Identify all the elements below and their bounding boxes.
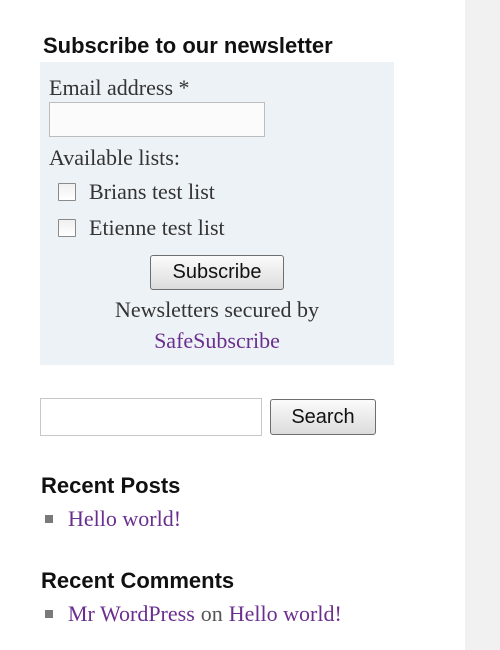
square-bullet-icon — [45, 515, 53, 523]
comment-author-link[interactable]: Mr WordPress — [68, 601, 195, 627]
subscribe-button[interactable]: Subscribe — [150, 255, 284, 290]
email-field[interactable] — [49, 102, 265, 137]
recent-posts-title: Recent Posts — [41, 473, 181, 498]
comment-post-link[interactable]: Hello world! — [229, 601, 342, 627]
comment-connector: on — [200, 601, 223, 626]
available-lists-label: Available lists: — [49, 145, 180, 170]
right-gutter — [465, 0, 500, 650]
recent-post-link[interactable]: Hello world! — [68, 506, 181, 532]
etienne-list-checkbox[interactable] — [58, 219, 76, 237]
brians-list-label: Brians test list — [89, 179, 215, 204]
email-label: Email address * — [49, 75, 190, 100]
list-option-etienne: Etienne test list — [58, 215, 225, 241]
square-bullet-icon — [45, 610, 53, 618]
search-button[interactable]: Search — [270, 399, 376, 435]
etienne-list-label: Etienne test list — [89, 215, 225, 240]
secured-by-text: Newsletters secured by — [114, 297, 320, 322]
list-option-brians: Brians test list — [58, 179, 215, 205]
recent-comments-title: Recent Comments — [41, 568, 235, 593]
newsletter-title: Subscribe to our newsletter — [43, 33, 333, 58]
list-item: Hello world! — [45, 506, 181, 532]
brians-list-checkbox[interactable] — [58, 183, 76, 201]
search-input[interactable] — [40, 398, 262, 436]
list-item: Mr WordPress on Hello world! — [45, 601, 342, 627]
safesubscribe-link[interactable]: SafeSubscribe — [40, 328, 394, 354]
page: Subscribe to our newsletter Email addres… — [0, 0, 500, 650]
